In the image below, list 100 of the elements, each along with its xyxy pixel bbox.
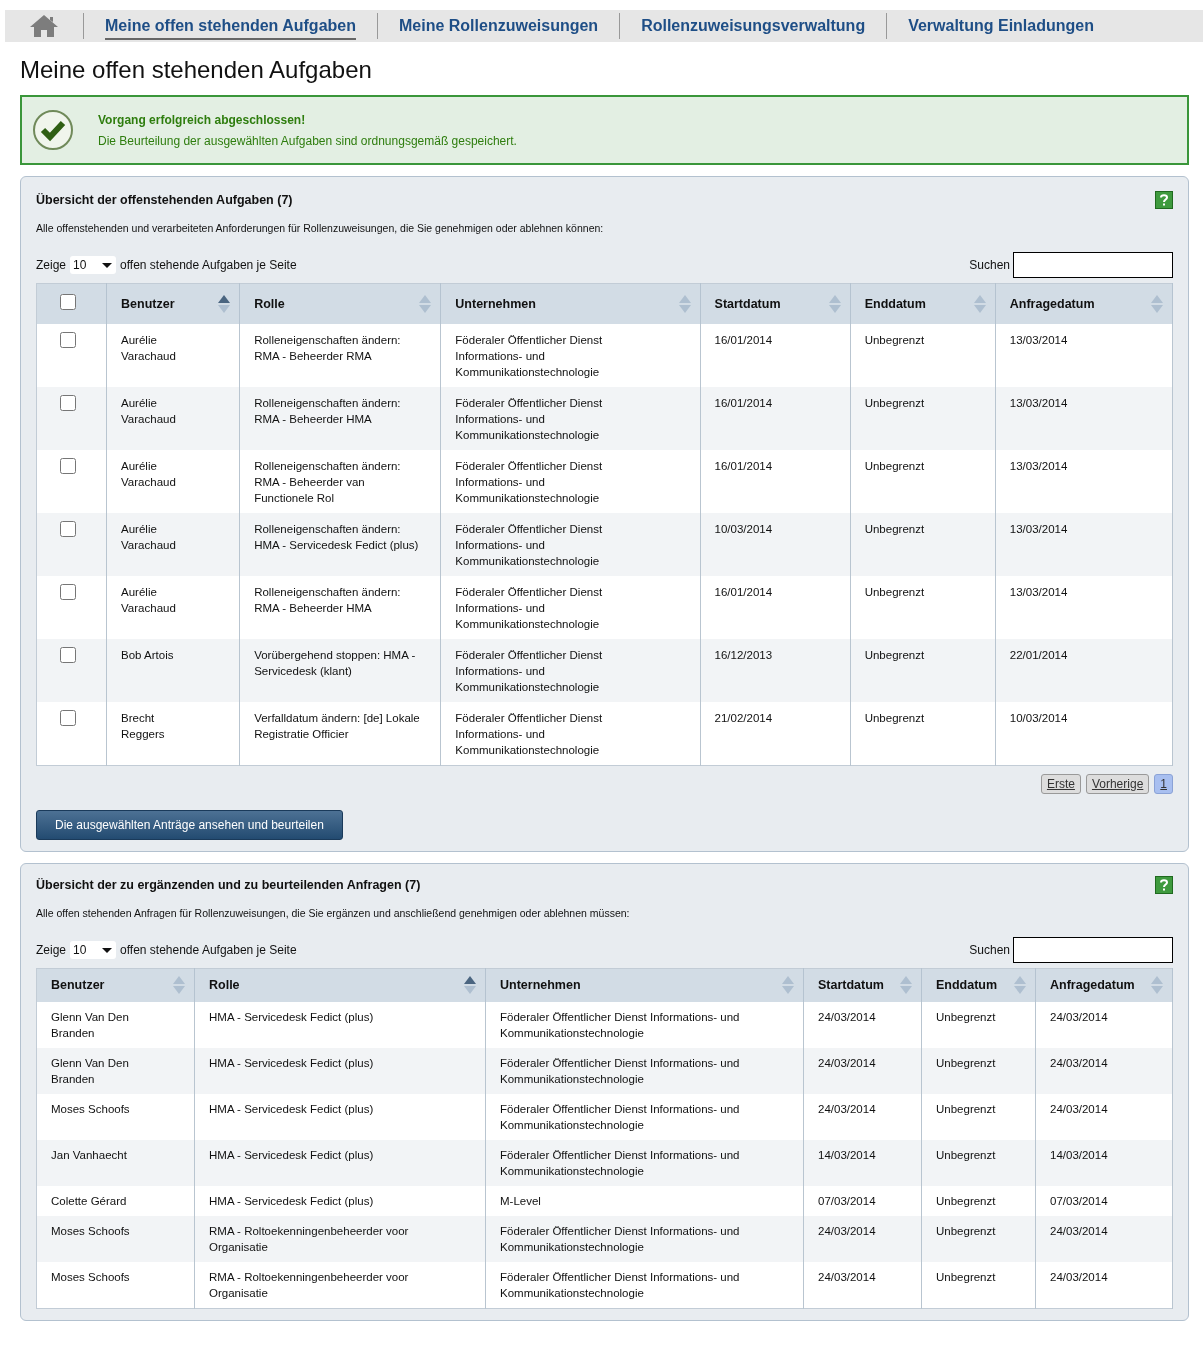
message-text: Die Beurteilung der ausgewählten Aufgaben sind ordnungsgemäß gespeichert. [98,133,517,148]
column-header[interactable]: Benutzer [51,978,105,993]
help-icon[interactable] [1155,191,1173,209]
table-cell-text: Glenn Van Den Branden [51,1010,130,1041]
row-checkbox[interactable] [59,583,76,600]
table-cell-text: Unbegrenzt [864,647,926,663]
search-label: Suchen [969,258,1010,272]
table-cell-text: Föderaler Öffentlicher Dienst Informations- und Kommunikationstechnologie [500,1270,741,1301]
column-header[interactable]: Unternehmen [500,978,581,993]
table-cell-text: 13/03/2014 [1009,395,1069,411]
table-cell-text: Moses Schoofs [51,1102,131,1117]
table-cell-text: M-Level [500,1194,542,1209]
select-all-checkbox[interactable] [59,294,76,311]
table-cell-text: Föderaler Öffentlicher Dienst Informations- und Kommunikationstechnologie [500,1224,741,1255]
table-cell-text: Unbegrenzt [864,332,926,348]
table-cell-text: 13/03/2014 [1009,584,1069,600]
table-cell-text: Jan Vanhaecht [51,1148,128,1163]
table-cell-text: 24/03/2014 [818,1102,877,1117]
row-checkbox[interactable] [59,331,76,348]
column-header[interactable]: Rolle [254,296,285,311]
table-cell-text: Colette Gérard [51,1194,128,1209]
page-length-label: offen stehende Aufgaben je Seite [120,942,297,957]
page-length-label: offen stehende Aufgaben je Seite [120,258,297,272]
table-cell-text: Aurélie Varachaud [121,458,177,490]
search-field[interactable] [1013,252,1173,278]
page-length-label: Zeige [36,258,67,272]
table-cell-text: 13/03/2014 [1009,332,1069,348]
table-cell-text: 07/03/2014 [818,1194,877,1209]
row-checkbox[interactable] [59,520,76,537]
home-icon[interactable] [29,14,59,38]
table-cell-text: Verfalldatum ändern: [de] Lokale Registratie Officier [254,710,421,742]
nav-tab[interactable]: Meine Rollenzuweisungen [399,12,599,40]
checkmark-icon [32,109,74,151]
row-checkbox[interactable] [59,394,76,411]
search-field[interactable] [1013,936,1173,963]
pagination-button[interactable]: Vorherige [1085,773,1150,794]
message-title: Vorgang erfolgreich abgeschlossen! [98,112,307,127]
table-cell-text: Unbegrenzt [936,1224,997,1239]
table-cell-text: Unbegrenzt [936,1194,997,1209]
table-cell-text: Aurélie Varachaud [121,584,177,616]
row-checkbox[interactable] [59,646,76,663]
table-cell-text: Föderaler Öffentlicher Dienst Informations- und Kommunikationstechnologie [500,1010,741,1041]
table-cell-text: HMA - Servicedesk Fedict (plus) [209,1102,375,1117]
table-cell-text: Rolleneigenschaften ändern: RMA - Beheerder van Functionele Rol [254,458,402,506]
table-cell-text: HMA - Servicedesk Fedict (plus) [209,1148,375,1163]
table-cell-text: Unbegrenzt [864,710,926,726]
nav-tab[interactable]: Rollenzuweisungsverwaltung [641,12,866,40]
column-header[interactable]: Unternehmen [455,296,536,311]
table-cell-text: HMA - Servicedesk Fedict (plus) [209,1194,375,1209]
pagination-button[interactable]: 1 [1154,773,1173,794]
table-cell-text: Föderaler Öffentlicher Dienst Informations- und Kommunikationstechnologie [455,647,604,695]
row-checkbox[interactable] [59,457,76,474]
table-cell-text: Unbegrenzt [864,395,926,411]
table-cell-text: Vorübergehend stoppen: HMA - Servicedesk (klant) [254,647,417,679]
sort-icon[interactable] [463,975,477,996]
column-header[interactable]: Enddatum [864,296,926,311]
nav-tab[interactable]: Verwaltung Einladungen [908,12,1094,40]
page-length-select[interactable]: 10 [70,940,117,959]
table-cell-text: Föderaler Öffentlicher Dienst Informations- und Kommunikationstechnologie [500,1148,741,1179]
table-cell-text: 24/03/2014 [1050,1102,1109,1117]
table-cell-text: 16/01/2014 [714,395,774,411]
table-cell-text: Föderaler Öffentlicher Dienst Informations- und Kommunikationstechnologie [500,1056,741,1087]
table-cell-text: Moses Schoofs [51,1270,131,1285]
table-cell-text: Aurélie Varachaud [121,332,177,364]
table-cell-text: Unbegrenzt [936,1102,997,1117]
sort-icon[interactable] [217,293,232,314]
table-cell-text: Föderaler Öffentlicher Dienst Informations- und Kommunikationstechnologie [455,521,604,569]
table-cell-text: 07/03/2014 [1050,1194,1109,1209]
column-header[interactable]: Benutzer [121,296,175,311]
column-header[interactable]: Startdatum [714,296,781,311]
table-cell-text: Föderaler Öffentlicher Dienst Informations- und Kommunikationstechnologie [455,395,604,443]
table-cell-text: 24/03/2014 [1050,1224,1109,1239]
table-cell-text: Föderaler Öffentlicher Dienst Informations- und Kommunikationstechnologie [455,458,604,506]
column-header[interactable]: Rolle [209,978,240,993]
table-cell-text: 24/03/2014 [1050,1010,1109,1025]
table-cell-text: Unbegrenzt [936,1010,997,1025]
table-cell-text: 10/03/2014 [714,521,774,537]
table-cell-text: Föderaler Öffentlicher Dienst Informations- und Kommunikationstechnologie [455,332,604,380]
row-checkbox[interactable] [59,709,76,726]
caret-icon [101,261,114,269]
column-header[interactable]: Anfragedatum [1009,296,1095,311]
table-cell-text: 13/03/2014 [1009,458,1069,474]
table-cell-text: 24/03/2014 [1050,1056,1109,1071]
table-cell-text: 24/03/2014 [1050,1270,1109,1285]
table-cell-text: Bob Artois [121,647,175,663]
table-cell-text: Unbegrenzt [936,1148,997,1163]
caret-icon [101,945,114,954]
table-cell-text: Rolleneigenschaften ändern: RMA - Beheerder RMA [254,332,402,364]
help-icon[interactable] [1155,875,1173,894]
panel-title: Übersicht der offenstehenden Aufgaben (7) [36,193,293,207]
review-button[interactable]: Die ausgewählten Anträge ansehen und beurteilen [36,809,343,840]
nav-tab[interactable]: Meine offen stehenden Aufgaben [105,12,356,40]
table-cell-text: Moses Schoofs [51,1224,131,1239]
table-cell-text: 10/03/2014 [1009,710,1069,726]
panel-description: Alle offenstehenden und verarbeiteten Anforderungen für Rollenzuweisungen, die Sie genehmigen oder ablehnen können: [36,222,605,234]
pagination-button[interactable]: Erste [1040,773,1081,794]
table-cell-text: 24/03/2014 [818,1056,877,1071]
page-length-select[interactable]: 10 [70,256,117,274]
table-cell-text: Föderaler Öffentlicher Dienst Informations- und Kommunikationstechnologie [455,584,604,632]
table-cell-text: 13/03/2014 [1009,521,1069,537]
